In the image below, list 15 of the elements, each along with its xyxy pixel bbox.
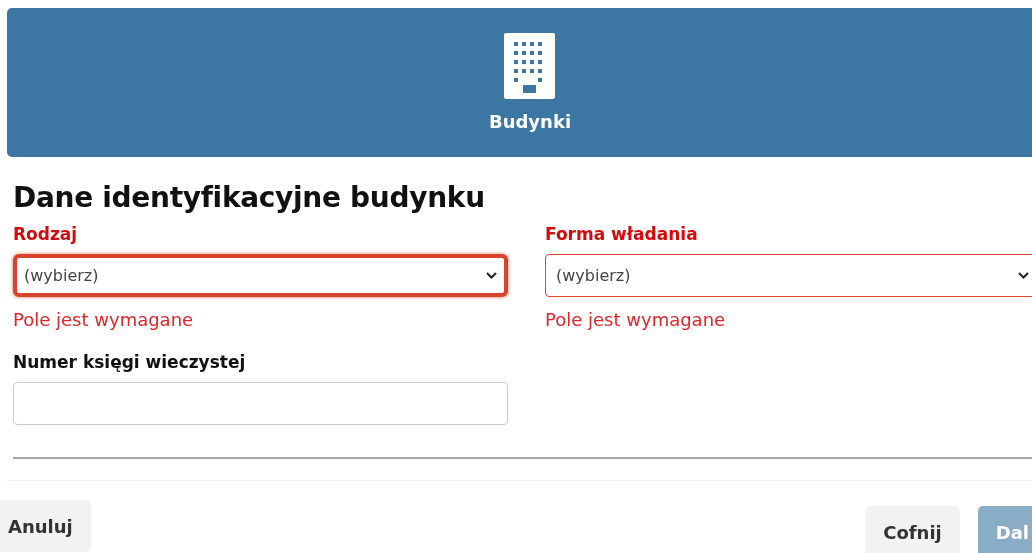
dropdown-field[interactable]: (wybierz) <box>545 254 1032 297</box>
header-title: Budynki <box>488 111 572 132</box>
field-label: Numer księgi wieczystej <box>13 352 247 372</box>
chevron-down-icon <box>1018 272 1029 279</box>
field-label: Rodzaj <box>13 224 79 244</box>
error-message: Pole jest wymagane <box>13 309 195 330</box>
cancel-button[interactable]: Anuluj <box>0 500 91 552</box>
field-label: Forma władania <box>545 224 699 244</box>
building-icon <box>504 33 556 99</box>
form-title: Dane identyfikacyjne budynku <box>13 181 486 214</box>
dropdown-field[interactable]: (wybierz) <box>13 254 508 297</box>
input-field[interactable] <box>13 382 508 425</box>
back-button[interactable]: Cofnij <box>865 506 960 553</box>
chevron-down-icon <box>486 272 497 279</box>
error-message: Pole jest wymagane <box>545 309 727 330</box>
